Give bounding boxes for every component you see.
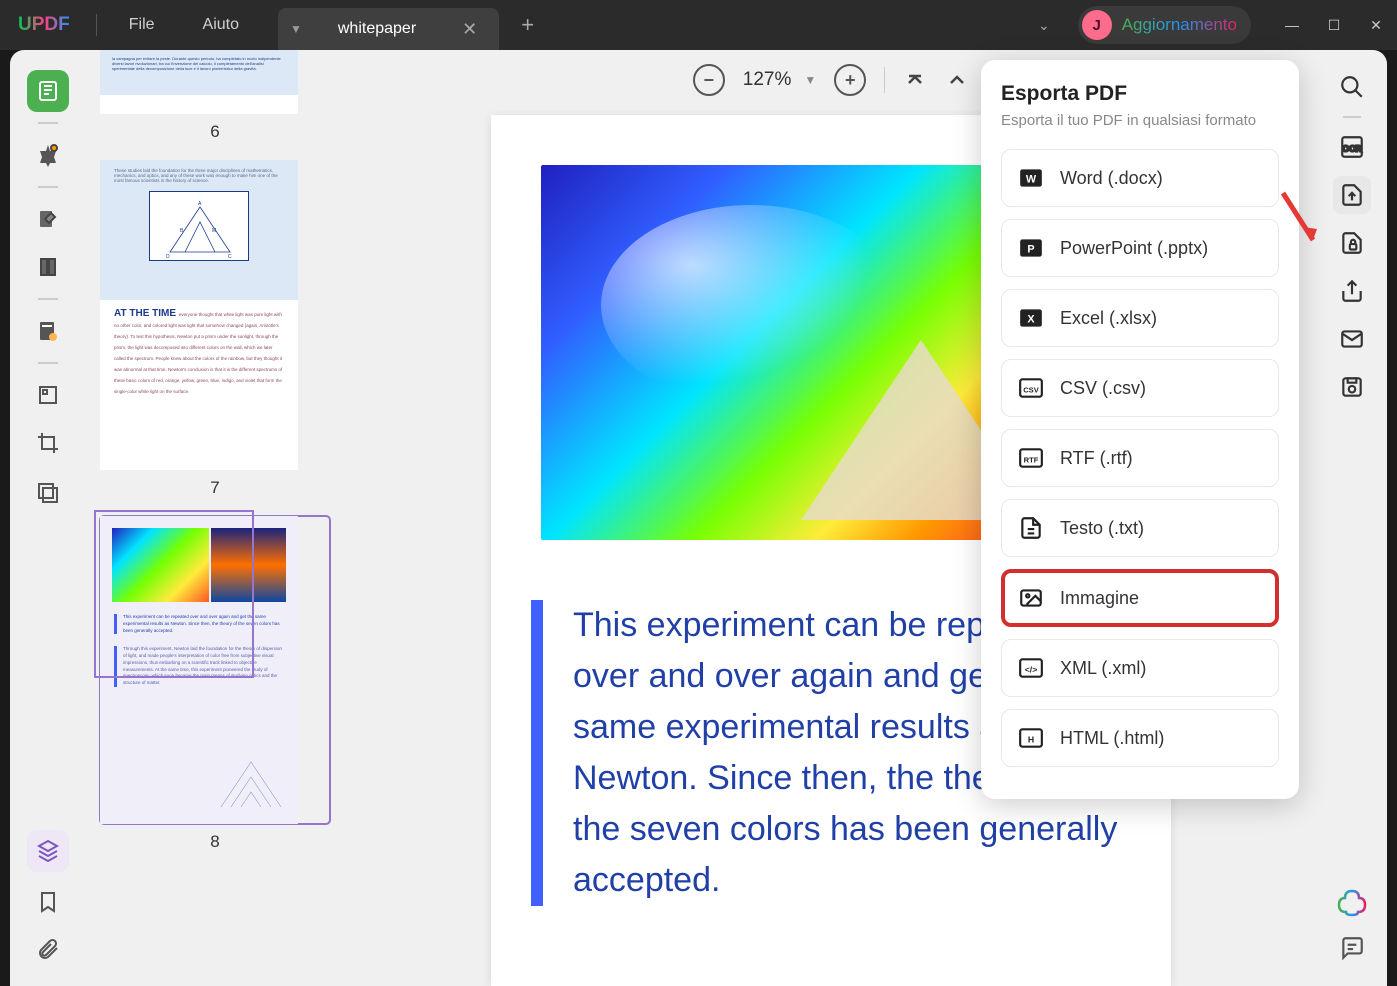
right-toolbar: OCR bbox=[1317, 50, 1387, 986]
form-tool[interactable] bbox=[27, 374, 69, 416]
export-subtitle: Esporta il tuo PDF in qualsiasi formato bbox=[1001, 112, 1279, 129]
word-icon: W bbox=[1018, 165, 1044, 191]
app-logo: UPDF bbox=[18, 14, 70, 36]
svg-text:CSV: CSV bbox=[1023, 385, 1039, 394]
svg-text:C: C bbox=[228, 254, 232, 260]
chevron-down-icon[interactable]: ⌄ bbox=[1038, 17, 1050, 34]
comment-tool[interactable] bbox=[27, 134, 69, 176]
svg-text:D: D bbox=[166, 254, 170, 260]
divider bbox=[96, 14, 97, 36]
user-update-button[interactable]: J Aggiornamento bbox=[1078, 6, 1251, 44]
export-html[interactable]: H HTML (.html) bbox=[1001, 709, 1279, 767]
thumb-num-8: 8 bbox=[100, 832, 330, 852]
thumbnail-page-6[interactable]: la campagna per evitare la peste. Durant… bbox=[100, 50, 330, 114]
attachment-button[interactable] bbox=[36, 937, 60, 966]
export-powerpoint[interactable]: P PowerPoint (.pptx) bbox=[1001, 219, 1279, 277]
export-csv[interactable]: CSV CSV (.csv) bbox=[1001, 359, 1279, 417]
svg-text:A: A bbox=[198, 201, 202, 207]
document-tab[interactable]: ▼ whitepaper ✕ bbox=[278, 8, 499, 50]
svg-text:P: P bbox=[1027, 243, 1034, 255]
reader-tool[interactable] bbox=[27, 70, 69, 112]
export-word[interactable]: W Word (.docx) bbox=[1001, 149, 1279, 207]
tab-close-icon[interactable]: ✕ bbox=[452, 19, 487, 40]
save-icon[interactable] bbox=[1333, 368, 1371, 406]
menu-file[interactable]: File bbox=[105, 16, 179, 34]
user-avatar: J bbox=[1082, 10, 1112, 40]
ai-icon[interactable] bbox=[1337, 887, 1367, 917]
minimize-icon[interactable]: — bbox=[1271, 5, 1313, 45]
left-toolbar bbox=[10, 50, 85, 986]
email-icon[interactable] bbox=[1333, 320, 1371, 358]
thumb-num-6: 6 bbox=[100, 122, 330, 142]
csv-icon: CSV bbox=[1018, 375, 1044, 401]
update-label: Aggiornamento bbox=[1122, 15, 1237, 35]
excel-icon: X bbox=[1018, 305, 1044, 331]
thumb-num-7: 7 bbox=[100, 478, 330, 498]
export-excel[interactable]: X Excel (.xlsx) bbox=[1001, 289, 1279, 347]
prev-page-icon[interactable] bbox=[945, 68, 969, 92]
tab-title: whitepaper bbox=[318, 20, 452, 38]
export-xml[interactable]: </> XML (.xml) bbox=[1001, 639, 1279, 697]
zoom-value[interactable]: 127% bbox=[743, 69, 792, 91]
image-icon bbox=[1018, 585, 1044, 611]
svg-text:B: B bbox=[180, 228, 184, 234]
ocr-icon[interactable]: OCR bbox=[1333, 128, 1371, 166]
share-icon[interactable] bbox=[1333, 272, 1371, 310]
export-rtf[interactable]: RTF RTF (.rtf) bbox=[1001, 429, 1279, 487]
export-text[interactable]: Testo (.txt) bbox=[1001, 499, 1279, 557]
svg-text:W: W bbox=[1026, 173, 1037, 185]
edit-tool[interactable] bbox=[27, 198, 69, 240]
add-tab-icon[interactable]: + bbox=[521, 12, 534, 38]
export-image[interactable]: Immagine bbox=[1001, 569, 1279, 627]
tab-dropdown-icon[interactable]: ▼ bbox=[290, 22, 302, 36]
xml-icon: </> bbox=[1018, 655, 1044, 681]
html-icon: H bbox=[1018, 725, 1044, 751]
fill-sign-tool[interactable] bbox=[27, 310, 69, 352]
menu-help[interactable]: Aiuto bbox=[179, 16, 263, 34]
export-pdf-panel: Esporta PDF Esporta il tuo PDF in qualsi… bbox=[981, 60, 1299, 799]
svg-text:</>: </> bbox=[1025, 664, 1038, 674]
svg-text:M: M bbox=[212, 228, 216, 234]
redact-tool[interactable] bbox=[27, 470, 69, 512]
first-page-icon[interactable] bbox=[903, 68, 927, 92]
svg-text:X: X bbox=[1027, 313, 1035, 325]
maximize-icon[interactable]: ☐ bbox=[1313, 5, 1355, 45]
crop-tool[interactable] bbox=[27, 422, 69, 464]
zoom-in-button[interactable]: + bbox=[834, 64, 866, 96]
svg-text:H: H bbox=[1028, 734, 1034, 744]
zoom-dropdown-icon[interactable]: ▼ bbox=[804, 73, 816, 87]
titlebar: UPDF File Aiuto ▼ whitepaper ✕ + ⌄ J Agg… bbox=[0, 0, 1397, 50]
svg-text:OCR: OCR bbox=[1342, 143, 1362, 153]
layers-button[interactable] bbox=[27, 830, 69, 872]
protect-icon[interactable] bbox=[1333, 224, 1371, 262]
svg-text:RTF: RTF bbox=[1024, 455, 1039, 464]
export-title: Esporta PDF bbox=[1001, 82, 1279, 106]
thumbnail-page-8[interactable]: This experiment can be repeated over and… bbox=[100, 516, 330, 824]
thumbnails-panel: la campagna per evitare la peste. Durant… bbox=[85, 50, 345, 986]
bookmark-button[interactable] bbox=[36, 890, 60, 919]
page-tool[interactable] bbox=[27, 246, 69, 288]
comment-panel-icon[interactable] bbox=[1339, 935, 1365, 966]
search-icon[interactable] bbox=[1333, 68, 1371, 106]
thumbnail-page-7[interactable]: These studies laid the foundation for th… bbox=[100, 160, 330, 470]
close-icon[interactable]: ✕ bbox=[1355, 5, 1397, 45]
rtf-icon: RTF bbox=[1018, 445, 1044, 471]
text-icon bbox=[1018, 515, 1044, 541]
export-icon[interactable] bbox=[1333, 176, 1371, 214]
zoom-out-button[interactable]: − bbox=[693, 64, 725, 96]
powerpoint-icon: P bbox=[1018, 235, 1044, 261]
